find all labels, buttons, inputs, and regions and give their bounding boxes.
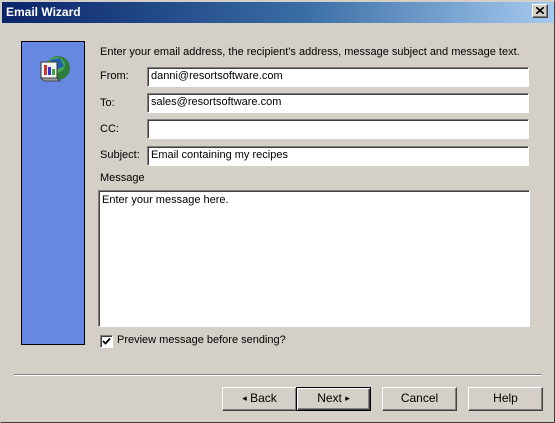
close-button[interactable] [532,4,548,18]
cancel-button[interactable]: Cancel [382,387,457,411]
email-wizard-icon [40,56,70,82]
title-bar[interactable]: Email Wizard [2,2,554,23]
from-label: From: [100,70,129,82]
help-button-label: Help [493,391,518,405]
from-field[interactable]: danni@resortsoftware.com [147,67,529,87]
wizard-side-panel [21,41,85,345]
preview-checkbox[interactable] [100,335,113,348]
email-wizard-window: Email Wizard Enter your email address, t… [0,0,555,423]
cc-label: CC: [100,123,119,135]
checkmark-icon [102,337,111,345]
subject-field[interactable]: Email containing my recipes [147,146,529,166]
close-icon [536,7,544,14]
button-separator [14,374,541,376]
message-textarea[interactable]: Enter your message here. [98,190,530,327]
instructions-text: Enter your email address, the recipient'… [100,46,520,58]
to-label: To: [100,97,115,109]
to-field[interactable]: sales@resortsoftware.com [147,93,529,113]
back-button-label: Back [250,391,277,405]
help-button[interactable]: Help [468,387,543,411]
preview-checkbox-label[interactable]: Preview message before sending? [117,334,286,346]
cc-field[interactable] [147,119,529,139]
back-arrow-icon: ◂ [242,393,247,403]
back-button[interactable]: ◂ Back [222,387,297,411]
next-arrow-icon: ▸ [345,393,350,403]
subject-label: Subject: [100,149,140,161]
cancel-button-label: Cancel [400,391,439,405]
next-button-label: Next [317,391,342,405]
message-label: Message [100,172,145,184]
next-button[interactable]: Next ▸ [296,387,371,411]
window-title: Email Wizard [6,5,81,19]
